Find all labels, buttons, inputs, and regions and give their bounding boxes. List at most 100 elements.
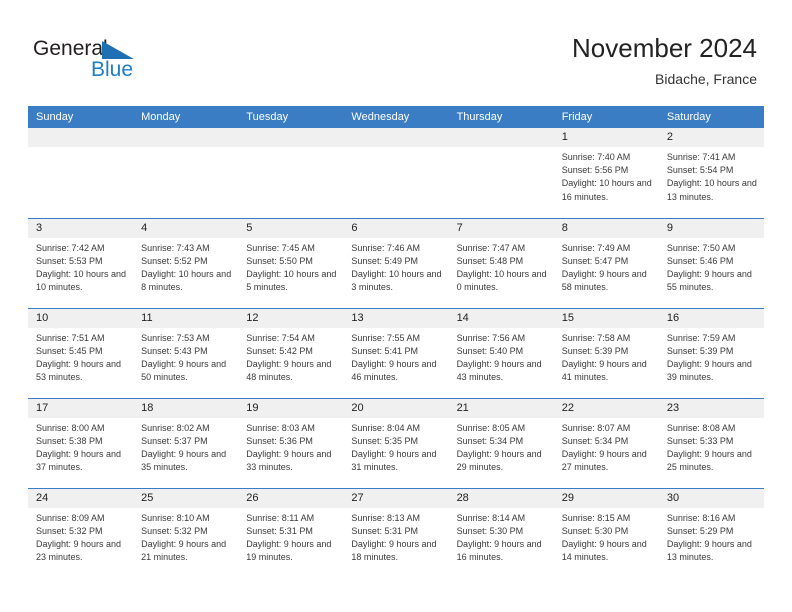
day-details: Sunrise: 8:16 AM Sunset: 5:29 PM Daylight:… <box>659 508 764 565</box>
calendar-week-row: 3 Sunrise: 7:42 AM Sunset: 5:53 PM Daylight… <box>28 217 764 308</box>
day-number: 18 <box>133 398 239 418</box>
calendar-day-cell[interactable]: 15 Sunrise: 7:58 AM Sunset: 5:39 PM Dayligh… <box>553 307 659 398</box>
sunrise-text: Sunrise: 7:47 AM <box>456 242 526 253</box>
calendar-day-cell[interactable]: 10 Sunrise: 7:51 AM Sunset: 5:45 PM Dayligh… <box>28 307 134 398</box>
sunset-text: Sunset: 5:54 PM <box>666 165 734 176</box>
day-details: Sunrise: 8:11 AM Sunset: 5:31 PM Daylight:… <box>238 508 343 565</box>
calendar-day-cell[interactable]: 9 Sunrise: 7:50 AM Sunset: 5:46 PM Daylight… <box>658 217 764 308</box>
calendar-day-cell[interactable]: 1 Sunrise: 7:40 AM Sunset: 5:56 PM Daylight… <box>553 128 659 218</box>
calendar-day-cell[interactable]: 3 Sunrise: 7:42 AM Sunset: 5:53 PM Daylight… <box>28 217 134 308</box>
sunset-text: Sunset: 5:46 PM <box>666 255 734 266</box>
daylight-text: Daylight: 10 hours and 3 minutes. <box>351 268 442 293</box>
calendar-day-cell[interactable]: 30 Sunrise: 8:16 AM Sunset: 5:29 PM Dayligh… <box>658 487 764 578</box>
day-number <box>133 128 239 147</box>
calendar-day-cell[interactable]: 27 Sunrise: 8:13 AM Sunset: 5:31 PM Dayligh… <box>343 487 449 578</box>
sunset-text: Sunset: 5:47 PM <box>561 255 629 266</box>
calendar-day-cell[interactable]: 19 Sunrise: 8:03 AM Sunset: 5:36 PM Dayligh… <box>238 397 344 488</box>
sunset-text: Sunset: 5:45 PM <box>36 345 103 356</box>
calendar-day-cell[interactable]: 18 Sunrise: 8:02 AM Sunset: 5:37 PM Dayligh… <box>133 397 239 488</box>
daylight-text: Daylight: 9 hours and 37 minutes. <box>36 448 122 473</box>
daylight-text: Daylight: 10 hours and 16 minutes. <box>561 178 652 202</box>
sunrise-text: Sunrise: 7:51 AM <box>36 332 105 343</box>
calendar-day-cell[interactable]: 26 Sunrise: 8:11 AM Sunset: 5:31 PM Dayligh… <box>238 487 344 578</box>
day-number: 27 <box>343 488 449 508</box>
day-details: Sunrise: 7:54 AM Sunset: 5:42 PM Daylight:… <box>238 328 343 385</box>
calendar-day-cell[interactable]: 11 Sunrise: 7:53 AM Sunset: 5:43 PM Dayligh… <box>133 307 239 398</box>
sunset-text: Sunset: 5:31 PM <box>246 525 313 536</box>
day-number: 29 <box>553 488 659 508</box>
calendar-day-cell[interactable]: 21 Sunrise: 8:05 AM Sunset: 5:34 PM Dayligh… <box>448 397 554 488</box>
daylight-text: Daylight: 9 hours and 18 minutes. <box>351 538 437 563</box>
calendar-day-cell-empty <box>448 128 554 218</box>
calendar-day-cell[interactable]: 25 Sunrise: 8:10 AM Sunset: 5:32 PM Dayligh… <box>133 487 239 578</box>
calendar-day-cell[interactable]: 17 Sunrise: 8:00 AM Sunset: 5:38 PM Dayligh… <box>28 397 134 488</box>
calendar-day-cell[interactable]: 8 Sunrise: 7:49 AM Sunset: 5:47 PM Daylight… <box>553 217 659 308</box>
calendar-day-cell[interactable]: 14 Sunrise: 7:56 AM Sunset: 5:40 PM Dayligh… <box>448 307 554 398</box>
sunset-text: Sunset: 5:32 PM <box>141 525 208 536</box>
calendar-week-row: 1 Sunrise: 7:40 AM Sunset: 5:56 PM Daylight… <box>28 128 764 218</box>
daylight-text: Daylight: 9 hours and 43 minutes. <box>456 358 542 383</box>
day-number: 10 <box>28 308 134 328</box>
sunset-text: Sunset: 5:41 PM <box>351 345 418 356</box>
sunset-text: Sunset: 5:52 PM <box>141 255 208 266</box>
day-details: Sunrise: 7:47 AM Sunset: 5:48 PM Daylight:… <box>449 238 554 295</box>
location-subtitle: Bidache, France <box>655 71 757 87</box>
daylight-text: Daylight: 9 hours and 14 minutes. <box>561 538 647 563</box>
calendar-day-cell[interactable]: 12 Sunrise: 7:54 AM Sunset: 5:42 PM Dayligh… <box>238 307 344 398</box>
sunset-text: Sunset: 5:39 PM <box>666 345 734 356</box>
sunset-text: Sunset: 5:31 PM <box>351 525 418 536</box>
sunset-text: Sunset: 5:30 PM <box>456 525 524 536</box>
day-number: 1 <box>553 128 659 147</box>
day-details: Sunrise: 7:42 AM Sunset: 5:53 PM Daylight:… <box>28 238 133 295</box>
day-details: Sunrise: 8:03 AM Sunset: 5:36 PM Daylight:… <box>238 418 343 475</box>
sunset-text: Sunset: 5:56 PM <box>561 165 629 176</box>
day-number: 8 <box>553 218 659 238</box>
day-number <box>343 128 449 147</box>
title-block: November 2024 Bidache, France <box>572 32 757 89</box>
day-details: Sunrise: 8:04 AM Sunset: 5:35 PM Daylight:… <box>343 418 448 475</box>
day-details: Sunrise: 8:02 AM Sunset: 5:37 PM Daylight:… <box>133 418 238 475</box>
calendar-day-cell[interactable]: 24 Sunrise: 8:09 AM Sunset: 5:32 PM Dayligh… <box>28 487 134 578</box>
generalblue-logo[interactable]: General Blue <box>33 37 163 85</box>
day-details: Sunrise: 7:58 AM Sunset: 5:39 PM Daylight:… <box>554 328 659 385</box>
day-number: 17 <box>28 398 134 418</box>
daylight-text: Daylight: 10 hours and 13 minutes. <box>666 178 757 202</box>
day-number: 11 <box>133 308 239 328</box>
calendar-day-cell[interactable]: 5 Sunrise: 7:45 AM Sunset: 5:50 PM Daylight… <box>238 217 344 308</box>
day-number <box>448 128 554 147</box>
calendar-day-cell[interactable]: 22 Sunrise: 8:07 AM Sunset: 5:34 PM Dayligh… <box>553 397 659 488</box>
sunrise-text: Sunrise: 8:04 AM <box>351 422 420 433</box>
calendar-day-cell[interactable]: 28 Sunrise: 8:14 AM Sunset: 5:30 PM Dayligh… <box>448 487 554 578</box>
calendar-day-cell[interactable]: 29 Sunrise: 8:15 AM Sunset: 5:30 PM Dayligh… <box>553 487 659 578</box>
calendar-day-cell[interactable]: 6 Sunrise: 7:46 AM Sunset: 5:49 PM Daylight… <box>343 217 449 308</box>
sunset-text: Sunset: 5:34 PM <box>561 435 629 446</box>
sunrise-text: Sunrise: 8:02 AM <box>141 422 210 433</box>
calendar-day-cell[interactable]: 7 Sunrise: 7:47 AM Sunset: 5:48 PM Daylight… <box>448 217 554 308</box>
calendar-day-cell[interactable]: 20 Sunrise: 8:04 AM Sunset: 5:35 PM Dayligh… <box>343 397 449 488</box>
sunrise-text: Sunrise: 8:00 AM <box>36 422 105 433</box>
daylight-text: Daylight: 9 hours and 35 minutes. <box>141 448 227 473</box>
sunrise-text: Sunrise: 7:46 AM <box>351 242 420 253</box>
calendar-day-cell-empty <box>343 128 449 218</box>
day-details: Sunrise: 7:41 AM Sunset: 5:54 PM Daylight:… <box>659 147 764 204</box>
calendar-day-cell[interactable]: 4 Sunrise: 7:43 AM Sunset: 5:52 PM Daylight… <box>133 217 239 308</box>
sunrise-text: Sunrise: 7:49 AM <box>561 242 631 253</box>
calendar-day-cell[interactable]: 2 Sunrise: 7:41 AM Sunset: 5:54 PM Daylight… <box>658 128 764 218</box>
sunset-text: Sunset: 5:40 PM <box>456 345 524 356</box>
sunrise-text: Sunrise: 7:53 AM <box>141 332 210 343</box>
sunset-text: Sunset: 5:38 PM <box>36 435 103 446</box>
day-number: 4 <box>133 218 239 238</box>
sunrise-text: Sunrise: 8:05 AM <box>456 422 526 433</box>
calendar-day-cell[interactable]: 16 Sunrise: 7:59 AM Sunset: 5:39 PM Dayligh… <box>658 307 764 398</box>
sunrise-text: Sunrise: 7:58 AM <box>561 332 631 343</box>
day-details: Sunrise: 7:40 AM Sunset: 5:56 PM Daylight:… <box>554 147 659 204</box>
calendar-day-cell[interactable]: 13 Sunrise: 7:55 AM Sunset: 5:41 PM Dayligh… <box>343 307 449 398</box>
daylight-text: Daylight: 9 hours and 55 minutes. <box>666 268 752 293</box>
sunrise-text: Sunrise: 7:45 AM <box>246 242 315 253</box>
sunset-text: Sunset: 5:42 PM <box>246 345 313 356</box>
calendar-day-cell-empty <box>28 128 134 218</box>
sunset-text: Sunset: 5:48 PM <box>456 255 524 266</box>
sunrise-text: Sunrise: 8:07 AM <box>561 422 631 433</box>
sunrise-text: Sunrise: 7:56 AM <box>456 332 526 343</box>
calendar-day-cell[interactable]: 23 Sunrise: 8:08 AM Sunset: 5:33 PM Dayligh… <box>658 397 764 488</box>
